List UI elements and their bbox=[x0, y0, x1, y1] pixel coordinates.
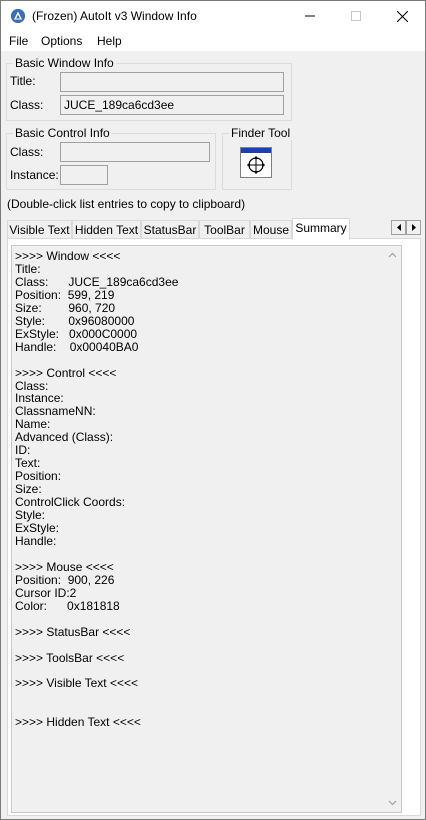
window-class-label: Class: bbox=[10, 98, 44, 112]
summary-line bbox=[15, 690, 178, 703]
summary-line: >>>> Mouse <<<< bbox=[15, 559, 114, 574]
summary-line: Position: 900, 226 bbox=[15, 572, 115, 587]
window-class-field[interactable]: JUCE_189ca6cd3ee bbox=[60, 95, 284, 115]
tab-toolbar[interactable]: ToolBar bbox=[199, 220, 250, 239]
summary-line: Style: 0x96080000 bbox=[15, 313, 135, 328]
tab-hidden-text[interactable]: Hidden Text bbox=[72, 220, 141, 239]
tab-visible-text[interactable]: Visible Text bbox=[7, 220, 72, 239]
summary-line: >>>> ToolsBar <<<< bbox=[15, 650, 125, 665]
summary-vertical-scrollbar[interactable] bbox=[384, 246, 401, 812]
summary-line: >>>> Control <<<< bbox=[15, 365, 117, 380]
control-class-field[interactable] bbox=[60, 142, 210, 162]
control-instance-field[interactable] bbox=[60, 165, 108, 185]
summary-content: >>>> Window <<<< Title: Class: JUCE_189ca6… bbox=[15, 250, 178, 729]
summary-line bbox=[15, 639, 178, 652]
menu-file[interactable]: File bbox=[9, 34, 28, 48]
control-instance-label: Instance: bbox=[10, 168, 59, 182]
summary-line: Color: 0x181818 bbox=[15, 598, 120, 613]
arrow-left-icon bbox=[396, 224, 401, 231]
summary-tab-panel: >>>> Window <<<< Title: Class: JUCE_189ca6… bbox=[7, 238, 421, 816]
summary-line: >>>> Window <<<< bbox=[15, 249, 121, 263]
menu-bar: File Options Help bbox=[1, 31, 425, 51]
summary-line: >>>> Hidden Text <<<< bbox=[15, 715, 141, 730]
summary-line bbox=[15, 354, 178, 367]
summary-line: >>>> StatusBar <<<< bbox=[15, 624, 131, 639]
scroll-up-icon bbox=[388, 252, 397, 258]
tab-statusbar[interactable]: StatusBar bbox=[141, 220, 199, 239]
summary-line: Size: 960, 720 bbox=[15, 300, 116, 315]
minimize-button[interactable] bbox=[287, 1, 333, 31]
control-class-label: Class: bbox=[10, 145, 44, 159]
summary-line bbox=[15, 548, 178, 561]
maximize-button[interactable] bbox=[333, 1, 379, 31]
close-icon bbox=[396, 10, 408, 22]
minimize-icon bbox=[305, 15, 315, 17]
autoit-app-icon bbox=[11, 9, 25, 23]
arrow-right-icon bbox=[411, 224, 416, 231]
window-title: (Frozen) AutoIt v3 Window Info bbox=[32, 9, 197, 23]
finder-tool-crosshair-icon[interactable] bbox=[240, 147, 272, 178]
finder-tool-legend: Finder Tool bbox=[229, 126, 293, 140]
menu-help[interactable]: Help bbox=[97, 34, 122, 48]
menu-options[interactable]: Options bbox=[41, 34, 82, 48]
maximize-icon bbox=[351, 11, 361, 21]
autoit-window-info: (Frozen) AutoIt v3 Window Info File Opti… bbox=[0, 0, 426, 820]
tab-scroll-right-button[interactable] bbox=[406, 220, 421, 235]
basic-control-info-legend: Basic Control Info bbox=[13, 126, 112, 140]
summary-line: ExStyle: 0x000C0000 bbox=[15, 326, 138, 341]
scroll-down-icon bbox=[388, 800, 397, 806]
summary-line bbox=[15, 613, 178, 626]
clipboard-hint: (Double-click list entries to copy to cl… bbox=[7, 197, 246, 211]
tab-summary[interactable]: Summary bbox=[292, 218, 350, 240]
summary-line: Cursor ID:2 bbox=[15, 585, 77, 600]
summary-line: >>>> Visible Text <<<< bbox=[15, 676, 138, 691]
summary-text-area[interactable]: >>>> Window <<<< Title: Class: JUCE_189ca6… bbox=[11, 245, 402, 813]
close-button[interactable] bbox=[379, 1, 425, 31]
basic-window-info-legend: Basic Window Info bbox=[13, 56, 116, 70]
summary-line: Title: bbox=[15, 261, 41, 276]
tab-scroll-left-button[interactable] bbox=[391, 220, 406, 235]
window-title-label: Title: bbox=[10, 74, 36, 88]
summary-line: Handle: 0x00040BA0 bbox=[15, 339, 139, 354]
summary-line: Class: JUCE_189ca6cd3ee bbox=[15, 274, 179, 289]
summary-line: Handle: bbox=[15, 533, 57, 548]
summary-line: Advanced (Class): bbox=[15, 430, 114, 445]
summary-line: Position: 599, 219 bbox=[15, 287, 115, 302]
tab-mouse[interactable]: Mouse bbox=[250, 220, 292, 239]
window-title-field[interactable] bbox=[60, 72, 284, 92]
title-bar[interactable]: (Frozen) AutoIt v3 Window Info bbox=[1, 1, 425, 31]
